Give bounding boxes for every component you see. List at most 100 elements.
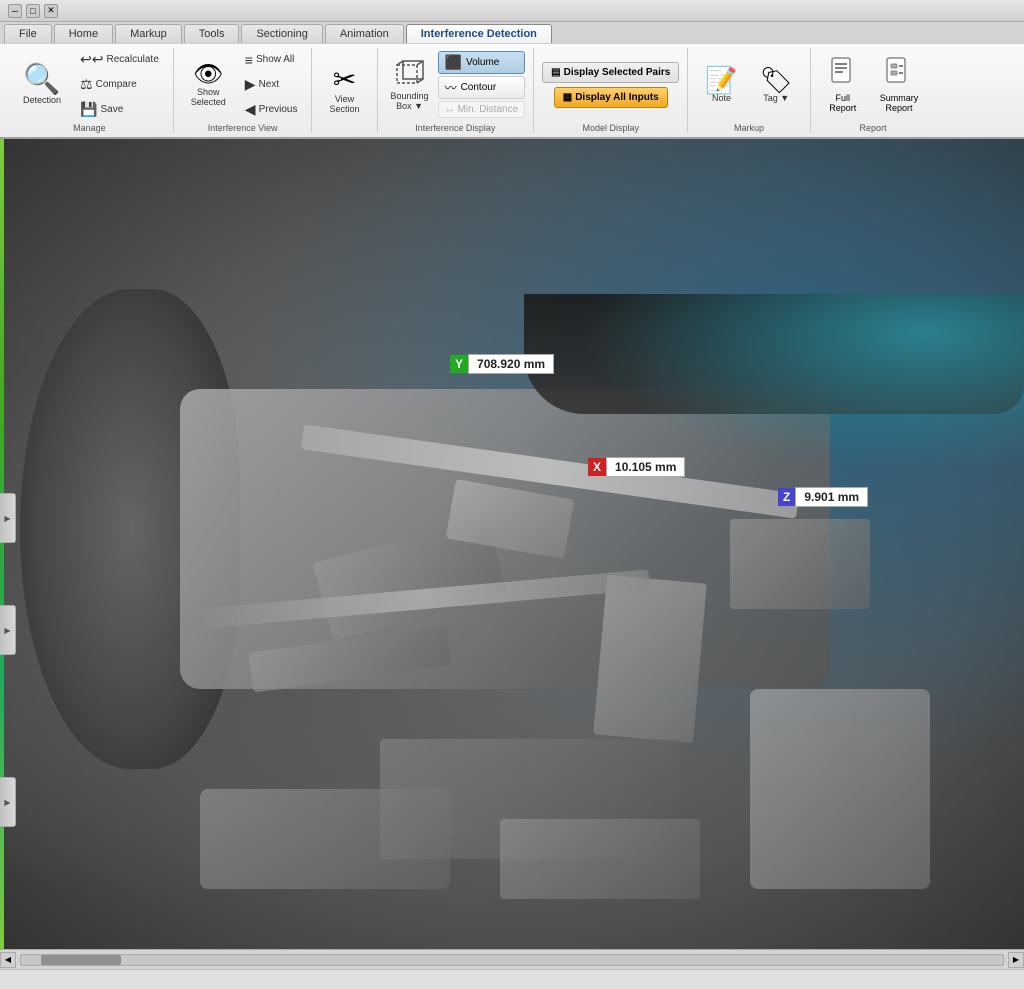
detection-button[interactable]: 🔍 Detection: [14, 61, 70, 109]
contour-button[interactable]: 〰 Contour: [438, 76, 526, 99]
tab-home[interactable]: Home: [54, 24, 113, 43]
detection-label: Detection: [23, 95, 61, 105]
y-measurement: Y 708.920 mm: [450, 354, 554, 374]
view-col: ≡ Show All ▶ Next ◀ Previous: [239, 49, 304, 121]
side-tab-2-arrow: ▶: [4, 626, 10, 635]
tag-icon: 🏷: [760, 67, 793, 93]
side-tabs: ▶ ▶ ▶: [0, 489, 16, 831]
side-tab-3-arrow: ▶: [4, 798, 10, 807]
summary-report-button[interactable]: SummaryReport: [871, 52, 928, 117]
x-axis-tag: X: [588, 458, 606, 476]
previous-button[interactable]: ◀ Previous: [239, 98, 304, 121]
mech-part-4: [593, 575, 707, 743]
model-display-content: ▤ Display Selected Pairs ▦ Display All I…: [542, 48, 679, 121]
display-all-inputs-icon: ▦: [563, 92, 572, 103]
tab-tools[interactable]: Tools: [184, 24, 240, 43]
ribbon-content: 🔍 Detection ↩↩ Recalculate ⚖ Compare 💾 S…: [0, 43, 1024, 137]
tab-animation[interactable]: Animation: [325, 24, 404, 43]
tag-button[interactable]: 🏷 Tag ▼: [751, 63, 802, 107]
ribbon-group-interference-display: BoundingBox ▼ ⬛ Volume 〰 Contour ↔ Min. …: [378, 48, 535, 133]
volume-icon: ⬛: [445, 54, 462, 71]
next-icon: ▶: [245, 76, 256, 93]
maximize-button[interactable]: □: [26, 4, 40, 18]
volume-label: Volume: [466, 57, 499, 68]
view-section-icon: ✂: [333, 66, 356, 94]
note-label: Note: [712, 93, 731, 103]
side-tab-1[interactable]: ▶: [0, 493, 16, 543]
save-button[interactable]: 💾 Save: [74, 98, 165, 121]
interference-view-content: 👁 ShowSelected ≡ Show All ▶ Next ◀ Previ…: [182, 48, 304, 121]
ribbon-group-manage: 🔍 Detection ↩↩ Recalculate ⚖ Compare 💾 S…: [6, 48, 174, 133]
show-selected-button[interactable]: 👁 ShowSelected: [182, 59, 235, 111]
recalculate-button[interactable]: ↩↩ Recalculate: [74, 48, 165, 71]
summary-report-label: SummaryReport: [880, 93, 919, 113]
interference-view-label: Interference View: [208, 123, 278, 133]
car-background: [0, 139, 1024, 949]
tab-file[interactable]: File: [4, 24, 52, 43]
bounding-box-label: BoundingBox ▼: [391, 91, 429, 111]
bounding-box-button[interactable]: BoundingBox ▼: [386, 56, 434, 114]
side-tab-1-arrow: ▶: [4, 514, 10, 523]
display-selected-pairs-button[interactable]: ▤ Display Selected Pairs: [542, 62, 679, 83]
next-label: Next: [259, 79, 280, 90]
manage-group-content: 🔍 Detection ↩↩ Recalculate ⚖ Compare 💾 S…: [14, 48, 165, 121]
ribbon-group-model-display: ▤ Display Selected Pairs ▦ Display All I…: [534, 48, 688, 133]
z-value: 9.901 mm: [795, 487, 868, 507]
mech-part-9: [750, 689, 930, 889]
close-button[interactable]: ✕: [44, 4, 58, 18]
report-group-label: Report: [859, 123, 886, 133]
min-distance-button: ↔ Min. Distance: [438, 101, 526, 118]
bounding-box-icon: [395, 59, 425, 91]
viewport: Y 708.920 mm X 10.105 mm Z 9.901 mm ▶ ▶ …: [0, 139, 1024, 949]
min-distance-icon: ↔: [445, 104, 455, 115]
save-icon: 💾: [80, 101, 97, 118]
display-all-inputs-button[interactable]: ▦ Display All Inputs: [554, 87, 668, 108]
scroll-right-button[interactable]: ▶: [1008, 952, 1024, 968]
recalculate-icon: ↩↩: [80, 51, 103, 68]
tag-label: Tag ▼: [763, 93, 789, 103]
compare-label: Compare: [96, 79, 137, 90]
show-all-label: Show All: [256, 54, 294, 65]
view-section-button[interactable]: ✂ ViewSection: [320, 62, 368, 118]
compare-button[interactable]: ⚖ Compare: [74, 73, 165, 96]
show-selected-icon: 👁: [193, 63, 223, 87]
report-group-content: FullReport SummaryReport: [819, 48, 928, 121]
note-button[interactable]: 📝 Note: [696, 63, 746, 107]
manage-group-label: Manage: [73, 123, 106, 133]
display-type-buttons: ⬛ Volume 〰 Contour ↔ Min. Distance: [438, 51, 526, 118]
view-section-label: ViewSection: [329, 94, 359, 114]
side-tab-2[interactable]: ▶: [0, 605, 16, 655]
scrollbar-thumb[interactable]: [41, 955, 121, 965]
markup-group-label: Markup: [734, 123, 764, 133]
view-section-content: ✂ ViewSection: [320, 48, 368, 131]
tab-markup[interactable]: Markup: [115, 24, 182, 43]
tab-interference-detection[interactable]: Interference Detection: [406, 24, 552, 43]
full-report-button[interactable]: FullReport: [819, 52, 867, 117]
side-tab-3[interactable]: ▶: [0, 777, 16, 827]
mech-part-5: [730, 519, 870, 609]
full-report-icon: [828, 56, 858, 93]
detection-icon: 🔍: [23, 65, 60, 95]
ribbon-group-markup: 📝 Note 🏷 Tag ▼ Markup: [688, 48, 810, 133]
tab-bar: File Home Markup Tools Sectioning Animat…: [0, 22, 1024, 43]
status-bar: [0, 969, 1024, 989]
volume-button[interactable]: ⬛ Volume: [438, 51, 526, 74]
z-axis-tag: Z: [778, 488, 795, 506]
markup-group-content: 📝 Note 🏷 Tag ▼: [696, 48, 801, 121]
min-distance-label: Min. Distance: [458, 104, 519, 115]
contour-icon: 〰: [445, 79, 457, 96]
title-bar-controls[interactable]: ─ □ ✕: [8, 4, 58, 18]
show-selected-label: ShowSelected: [191, 87, 226, 107]
tab-sectioning[interactable]: Sectioning: [241, 24, 322, 43]
next-button[interactable]: ▶ Next: [239, 73, 304, 96]
horizontal-scrollbar[interactable]: [20, 954, 1004, 966]
ribbon-group-report: FullReport SummaryReport Re: [811, 48, 936, 133]
contour-label: Contour: [461, 82, 497, 93]
show-all-button[interactable]: ≡ Show All: [239, 49, 304, 71]
ribbon-group-interference-view: 👁 ShowSelected ≡ Show All ▶ Next ◀ Previ…: [174, 48, 313, 133]
mech-part-8: [200, 789, 450, 889]
minimize-button[interactable]: ─: [8, 4, 22, 18]
show-all-icon: ≡: [245, 52, 253, 68]
previous-label: Previous: [259, 104, 298, 115]
scroll-left-button[interactable]: ◀: [0, 952, 16, 968]
